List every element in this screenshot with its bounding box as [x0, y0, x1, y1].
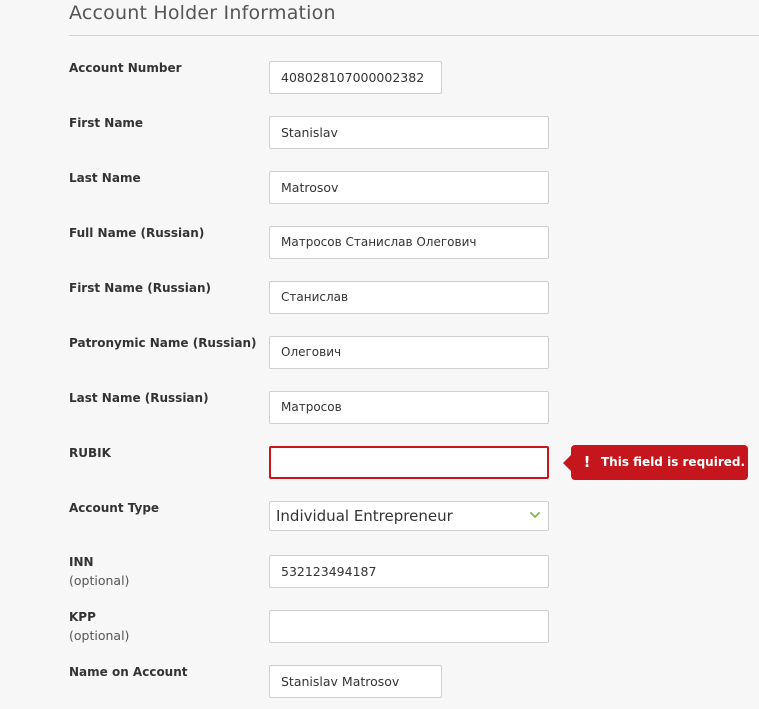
section-title: Account Holder Information — [69, 2, 336, 24]
rubik-error-message: This field is required. — [601, 455, 746, 469]
last-name-russian-label: Last Name (Russian) — [69, 391, 209, 405]
inn-input[interactable]: 532123494187 — [269, 555, 549, 588]
account-type-selected-value: Individual Entrepreneur — [276, 507, 453, 525]
row-full-name-russian: Full Name (Russian) Матросов Станислав О… — [0, 226, 759, 266]
row-kpp: KPP (optional) — [0, 610, 759, 650]
title-divider — [69, 35, 759, 36]
kpp-input[interactable] — [269, 610, 549, 643]
first-name-label: First Name — [69, 116, 144, 130]
first-name-input[interactable]: Stanislav — [269, 116, 549, 149]
account-type-select[interactable]: Individual Entrepreneur — [269, 501, 549, 531]
last-name-russian-input[interactable]: Матросов — [269, 391, 549, 424]
account-holder-form: Account Holder Information Account Numbe… — [0, 0, 759, 709]
rubik-input[interactable] — [269, 446, 549, 479]
kpp-label: KPP (optional) — [69, 610, 129, 643]
last-name-label: Last Name — [69, 171, 141, 185]
first-name-russian-label: First Name (Russian) — [69, 281, 212, 295]
inn-label-text: INN — [69, 555, 94, 569]
row-account-number: Account Number 408028107000002382 — [0, 61, 759, 101]
kpp-label-text: KPP — [69, 610, 96, 624]
account-number-label: Account Number — [69, 61, 182, 75]
row-patronymic-russian: Patronymic Name (Russian) Олегович — [0, 336, 759, 376]
row-first-name: First Name Stanislav — [0, 116, 759, 156]
row-inn: INN (optional) 532123494187 — [0, 555, 759, 595]
rubik-error-tooltip: ! This field is required. — [563, 445, 748, 480]
row-name-on-account: Name on Account Stanislav Matrosov — [0, 665, 759, 705]
first-name-russian-input[interactable]: Станислав — [269, 281, 549, 314]
account-type-label: Account Type — [69, 501, 160, 515]
exclamation-icon: ! — [583, 453, 591, 471]
row-first-name-russian: First Name (Russian) Станислав — [0, 281, 759, 321]
full-name-russian-label: Full Name (Russian) — [69, 226, 205, 240]
full-name-russian-input[interactable]: Матросов Станислав Олегович — [269, 226, 549, 259]
account-number-input[interactable]: 408028107000002382 — [269, 61, 442, 94]
row-last-name-russian: Last Name (Russian) Матросов — [0, 391, 759, 431]
rubik-label: RUBIK — [69, 446, 111, 460]
patronymic-russian-input[interactable]: Олегович — [269, 336, 549, 369]
inn-label: INN (optional) — [69, 555, 129, 588]
name-on-account-input[interactable]: Stanislav Matrosov — [269, 665, 442, 698]
patronymic-russian-label: Patronymic Name (Russian) — [69, 336, 257, 350]
row-last-name: Last Name Matrosov — [0, 171, 759, 211]
last-name-input[interactable]: Matrosov — [269, 171, 549, 204]
kpp-optional-hint: (optional) — [69, 628, 130, 643]
name-on-account-label: Name on Account — [69, 665, 188, 679]
inn-optional-hint: (optional) — [69, 573, 130, 588]
chevron-down-icon — [530, 512, 540, 518]
row-account-type: Account Type Individual Entrepreneur — [0, 501, 759, 541]
